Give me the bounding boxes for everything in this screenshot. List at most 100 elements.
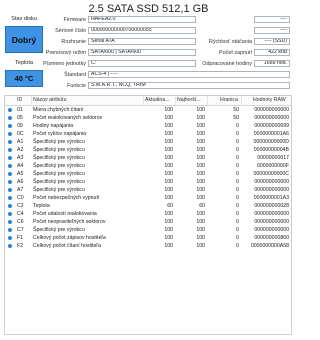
row-worst: 100 — [196, 243, 205, 249]
power-count-label: Počet zapnutí — [219, 50, 252, 56]
row-current: 100 — [164, 123, 173, 129]
row-current: 100 — [164, 211, 173, 217]
temperature-badge[interactable]: 40 °C — [5, 70, 43, 87]
power-count-value: 422 krát — [254, 49, 290, 56]
row-current: 100 — [164, 227, 173, 233]
table-row[interactable]: A7 Špecifický pre výrobcu 100 100 0 000000000… — [5, 186, 291, 194]
table-row[interactable]: A4 Špecifický pre výrobcu 100 100 0 000000000… — [5, 162, 291, 170]
row-raw: 000000000000 — [254, 187, 289, 193]
health-status-label: Stav disku — [11, 16, 37, 22]
features-label: Funkcie — [67, 83, 86, 89]
status-dot-icon — [8, 124, 12, 128]
row-id: A3 — [17, 155, 24, 161]
row-worst: 100 — [196, 195, 205, 201]
col-id[interactable]: ID — [17, 97, 22, 103]
row-id: A1 — [17, 139, 24, 145]
row-attribute-name: Špecifický pre výrobcu — [33, 227, 85, 233]
row-worst: 100 — [196, 123, 205, 129]
row-threshold: 0 — [236, 243, 239, 249]
row-raw: 000000000000 — [254, 115, 289, 121]
row-current: 100 — [164, 195, 173, 201]
table-row[interactable]: C7 Špecifický pre výrobcu 100 100 0 000000000… — [5, 226, 291, 234]
col-threshold[interactable]: Hranica — [220, 97, 238, 103]
row-raw: 000000000000 — [254, 179, 289, 185]
row-worst: 100 — [196, 219, 205, 225]
row-threshold: 0 — [236, 179, 239, 185]
transfer-mode-value: SATA/600 | SATA/600 — [88, 49, 196, 56]
standard-label: Štandard — [64, 72, 86, 78]
table-row[interactable]: C4 Počet udalostí realokovania 100 100 0 0000… — [5, 210, 291, 218]
transfer-mode-label: Prenosový režim — [45, 50, 86, 56]
row-raw: 00000000000D — [253, 139, 289, 145]
rpm-label: Rýchlosť otáčania — [208, 39, 252, 45]
table-row[interactable]: A3 Špecifický pre výrobcu 100 100 0 000000000… — [5, 154, 291, 162]
row-worst: 100 — [196, 131, 205, 137]
col-raw[interactable]: Hodnoty RAW — [253, 97, 286, 103]
table-row[interactable]: 09 Hodiny napájania 100 100 0 000000000699 — [5, 122, 291, 130]
row-attribute-name: Špecifický pre výrobcu — [33, 163, 85, 169]
row-threshold: 0 — [236, 139, 239, 145]
col-worst[interactable]: Najhorší... — [177, 97, 201, 103]
row-threshold: 0 — [236, 147, 239, 153]
table-row[interactable]: A2 Špecifický pre výrobcu 100 100 0 000000000… — [5, 146, 291, 154]
row-id: A6 — [17, 179, 24, 185]
table-row[interactable]: C2 Teplota 60 60 0 000000000028 — [5, 202, 291, 210]
row-raw: 000000000699 — [254, 123, 289, 129]
row-id: C6 — [17, 219, 24, 225]
table-row[interactable]: C0 Počet nebezpečných vypnutí 100 100 0 00000… — [5, 194, 291, 202]
row-attribute-name: Počet neopraviteľných sektorov — [33, 219, 106, 225]
row-attribute-name: Celkový počet zápisov hostiteľa — [33, 235, 106, 241]
right-value-1a: ---- — [254, 16, 290, 23]
row-attribute-name: Špecifický pre výrobcu — [33, 155, 85, 161]
row-id: C7 — [17, 227, 24, 233]
table-row[interactable]: A5 Špecifický pre výrobcu 100 100 0 000000000… — [5, 170, 291, 178]
smart-attributes-table[interactable]: ID Názov atribútu Aktuálna... Najhorší..… — [4, 95, 292, 335]
firmware-label: Firmware — [63, 17, 86, 23]
table-row[interactable]: C6 Počet neopraviteľných sektorov 100 100 0 0… — [5, 218, 291, 226]
row-raw: 00000000017 — [257, 155, 289, 161]
table-row[interactable]: A6 Špecifický pre výrobcu 100 100 0 000000000… — [5, 178, 291, 186]
row-threshold: 0 — [236, 187, 239, 193]
status-dot-icon — [8, 244, 12, 248]
serial-value: 000000000000700000055 — [88, 27, 196, 34]
table-row[interactable]: 0C Počet cyklov napájania 100 100 0 000000000… — [5, 130, 291, 138]
row-current: 60 — [167, 203, 173, 209]
row-current: 100 — [164, 219, 173, 225]
table-header: ID Názov atribútu Aktuálna... Najhorší..… — [5, 96, 291, 106]
row-raw: 000000000000 — [254, 219, 289, 225]
row-id: F2 — [17, 243, 24, 249]
table-row[interactable]: A1 Špecifický pre výrobcu 100 100 0 000000000… — [5, 138, 291, 146]
row-threshold: 0 — [236, 235, 239, 241]
right-value-2a: ---- — [254, 27, 290, 34]
row-id: A4 — [17, 163, 24, 169]
row-raw: 000000000000 — [254, 211, 289, 217]
row-worst: 100 — [196, 187, 205, 193]
row-current: 100 — [164, 187, 173, 193]
row-attribute-name: Počet nebezpečných vypnutí — [33, 195, 100, 201]
col-current[interactable]: Aktuálna... — [145, 97, 170, 103]
row-attribute-name: Špecifický pre výrobcu — [33, 171, 85, 177]
status-dot-icon — [8, 196, 12, 200]
table-row[interactable]: 01 Miera chybných čítaní 100 100 50 000000000… — [5, 106, 291, 114]
table-row[interactable]: 05 Počet realokovaných sektorov 100 100 50 00… — [5, 114, 291, 122]
health-status-badge[interactable]: Dobrý — [5, 26, 43, 53]
row-attribute-name: Špecifický pre výrobcu — [33, 187, 85, 193]
row-attribute-name: Špecifický pre výrobcu — [33, 139, 85, 145]
row-threshold: 0 — [236, 131, 239, 137]
row-threshold: 0 — [236, 211, 239, 217]
row-raw: 00000000004B — [253, 147, 289, 153]
row-id: 0C — [17, 131, 24, 137]
col-name[interactable]: Názov atribútu — [33, 97, 66, 103]
row-worst: 100 — [196, 139, 205, 145]
row-worst: 100 — [196, 227, 205, 233]
row-raw: 000000000000 — [254, 227, 289, 233]
row-threshold: 0 — [236, 171, 239, 177]
row-current: 100 — [164, 171, 173, 177]
status-dot-icon — [8, 212, 12, 216]
row-worst: 100 — [196, 179, 205, 185]
row-current: 100 — [164, 107, 173, 113]
table-row[interactable]: F2 Celkový počet čítaní hostiteľa 100 100 0 0… — [5, 242, 291, 250]
row-threshold: 0 — [236, 219, 239, 225]
row-current: 100 — [164, 235, 173, 241]
table-row[interactable]: F1 Celkový počet zápisov hostiteľa 100 100 0… — [5, 234, 291, 242]
